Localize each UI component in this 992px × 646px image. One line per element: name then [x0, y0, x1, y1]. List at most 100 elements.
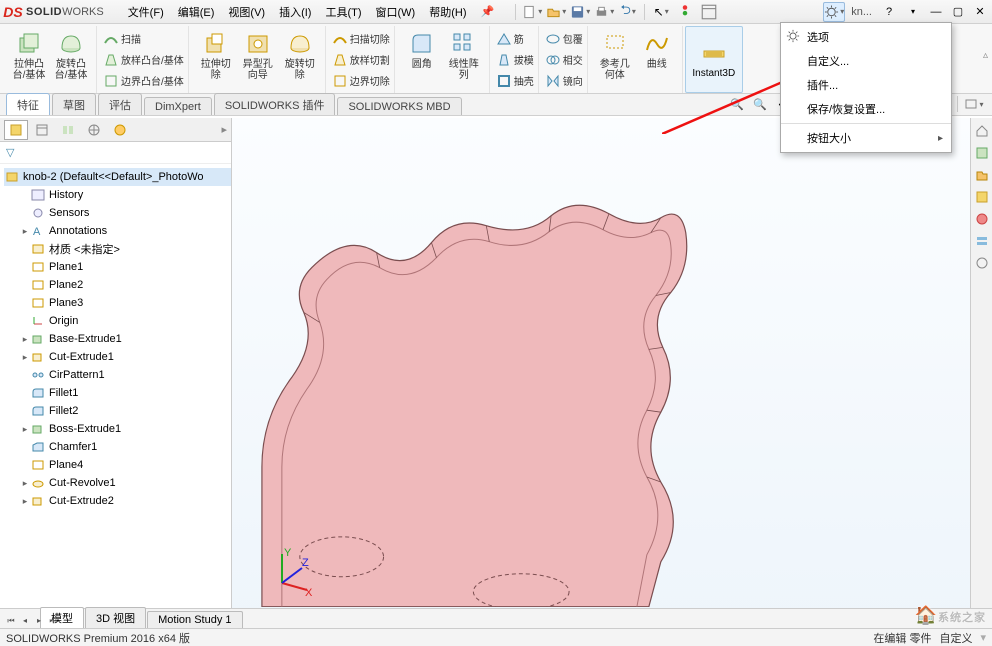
tree-origin[interactable]: Origin [4, 312, 231, 330]
menu-file[interactable]: 文件(F) [122, 2, 170, 22]
new-button[interactable] [521, 2, 543, 22]
menu-window[interactable]: 窗口(W) [370, 2, 422, 22]
zoom-fit-icon[interactable]: 🔍 [727, 95, 747, 113]
tree-root[interactable]: knob-2 (Default<<Default>_PhotoWo [4, 168, 231, 186]
fm-expand[interactable]: ▸ [221, 123, 227, 136]
fm-tab-prop[interactable] [30, 120, 54, 140]
tree-sensors[interactable]: Sensors [4, 204, 231, 222]
gear-icon [786, 29, 800, 46]
bottom-tab-3dview[interactable]: 3D 视图 [85, 607, 146, 628]
tab-mbd[interactable]: SOLIDWORKS MBD [337, 97, 461, 115]
taskpane-design-icon[interactable] [973, 144, 991, 162]
taskpane-forum-icon[interactable] [973, 254, 991, 272]
tree-fillet1[interactable]: Fillet1 [4, 384, 231, 402]
window-minimize[interactable]: — [926, 6, 946, 18]
menu-help[interactable]: 帮助(H) [423, 2, 472, 22]
tree-material[interactable]: 材质 <未指定> [4, 240, 231, 258]
menu-button-size[interactable]: 按钮大小 [781, 126, 951, 150]
taskpane-appearance-icon[interactable] [973, 210, 991, 228]
tree-plane3[interactable]: Plane3 [4, 294, 231, 312]
save-button[interactable] [569, 2, 591, 22]
wrap-button[interactable]: 包覆 [545, 28, 583, 49]
panel-icon[interactable] [698, 2, 720, 22]
loft-cut-button[interactable]: 放样切割 [332, 49, 390, 70]
fm-tab-dim[interactable] [82, 120, 106, 140]
undo-button[interactable]: ⮌ [617, 2, 639, 22]
tree-history[interactable]: History [4, 186, 231, 204]
tab-sketch[interactable]: 草图 [52, 93, 96, 115]
fillet-button[interactable]: 圆角 [401, 28, 443, 83]
intersect-button[interactable]: 相交 [545, 49, 583, 70]
extrude-cut-button[interactable]: 拉伸切 除 [195, 28, 237, 83]
fm-tab-display[interactable] [108, 120, 132, 140]
hole-wizard-button[interactable]: 异型孔 向导 [237, 28, 279, 83]
tree-cut-revolve[interactable]: ▸Cut-Revolve1 [4, 474, 231, 492]
taskpane-view-icon[interactable] [973, 188, 991, 206]
revolve-cut-button[interactable]: 旋转切 除 [279, 28, 321, 83]
window-restore[interactable]: ▢ [948, 5, 968, 18]
tree-boss-extrude[interactable]: ▸Boss-Extrude1 [4, 420, 231, 438]
boundary-cut-button[interactable]: 边界切除 [332, 70, 390, 91]
graphics-viewport[interactable]: X Y Z [232, 118, 970, 628]
window-close[interactable]: ✕ [970, 5, 990, 18]
tree-chamfer[interactable]: Chamfer1 [4, 438, 231, 456]
tree-cirpattern[interactable]: CirPattern1 [4, 366, 231, 384]
refgeom-button[interactable]: 参考几 何体 [594, 28, 636, 83]
fm-tab-config[interactable] [56, 120, 80, 140]
taskpane-home-icon[interactable] [973, 122, 991, 140]
render-icon[interactable] [964, 95, 984, 113]
tree-cut-extrude2[interactable]: ▸Cut-Extrude2 [4, 492, 231, 510]
options-button[interactable] [823, 2, 845, 22]
taskpane-custom-icon[interactable] [973, 232, 991, 250]
curves-button[interactable]: 曲线 [636, 28, 678, 83]
tree-annotations[interactable]: ▸AAnnotations [4, 222, 231, 240]
filter-icon[interactable]: ▽ [6, 146, 14, 159]
search-placeholder[interactable]: kn... [847, 6, 876, 18]
tree-plane4[interactable]: Plane4 [4, 456, 231, 474]
tree-cut-extrude1[interactable]: ▸Cut-Extrude1 [4, 348, 231, 366]
menu-save-restore[interactable]: 保存/恢复设置... [781, 97, 951, 121]
traffic-icon[interactable] [674, 2, 696, 22]
mirror-button[interactable]: 镜向 [545, 70, 583, 91]
menu-edit[interactable]: 编辑(E) [172, 2, 221, 22]
linear-pattern-button[interactable]: 线性阵 列 [443, 28, 485, 83]
sheet-nav[interactable]: ⏮◂▸⏭ [4, 616, 60, 626]
extrude-boss-button[interactable]: 拉伸凸 台/基体 [8, 28, 50, 83]
shell-button[interactable]: 抽壳 [496, 70, 534, 91]
zoom-area-icon[interactable]: 🔍 [750, 95, 770, 113]
menu-customize[interactable]: 自定义... [781, 49, 951, 73]
help-button[interactable]: ? [878, 2, 900, 22]
menu-tools[interactable]: 工具(T) [319, 2, 367, 22]
taskpane-file-icon[interactable] [973, 166, 991, 184]
menu-options[interactable]: 选项 [781, 25, 951, 49]
fm-tab-tree[interactable] [4, 120, 28, 140]
menu-plugins[interactable]: 插件... [781, 73, 951, 97]
sweep-boss-button[interactable]: 扫描 [103, 28, 184, 49]
watermark: 🏠系统之家 [915, 605, 986, 626]
tree-fillet2[interactable]: Fillet2 [4, 402, 231, 420]
svg-text:X: X [305, 587, 312, 598]
menu-insert[interactable]: 插入(I) [273, 2, 317, 22]
rib-button[interactable]: 筋 [496, 28, 534, 49]
ribbon-collapse[interactable]: ▵ [983, 50, 988, 61]
boundary-boss-button[interactable]: 边界凸台/基体 [103, 70, 184, 91]
menu-view[interactable]: 视图(V) [222, 2, 271, 22]
tab-evaluate[interactable]: 评估 [98, 93, 142, 115]
select-tool[interactable]: ↖ [650, 2, 672, 22]
tab-addins[interactable]: SOLIDWORKS 插件 [214, 93, 336, 115]
draft-button[interactable]: 拔模 [496, 49, 534, 70]
tree-base-extrude[interactable]: ▸Base-Extrude1 [4, 330, 231, 348]
help-dd[interactable]: ▾ [902, 2, 924, 22]
revolve-boss-button[interactable]: 旋转凸 台/基体 [50, 28, 92, 83]
bottom-tab-motion[interactable]: Motion Study 1 [147, 611, 242, 628]
sweep-cut-button[interactable]: 扫描切除 [332, 28, 390, 49]
open-button[interactable] [545, 2, 567, 22]
tree-plane2[interactable]: Plane2 [4, 276, 231, 294]
tab-dimxpert[interactable]: DimXpert [144, 97, 212, 115]
loft-boss-button[interactable]: 放样凸台/基体 [103, 49, 184, 70]
print-button[interactable] [593, 2, 615, 22]
tree-plane1[interactable]: Plane1 [4, 258, 231, 276]
pin-icon[interactable]: 📌 [475, 3, 501, 20]
tab-feature[interactable]: 特征 [6, 93, 50, 115]
instant3d-button[interactable]: Instant3D [685, 26, 743, 93]
